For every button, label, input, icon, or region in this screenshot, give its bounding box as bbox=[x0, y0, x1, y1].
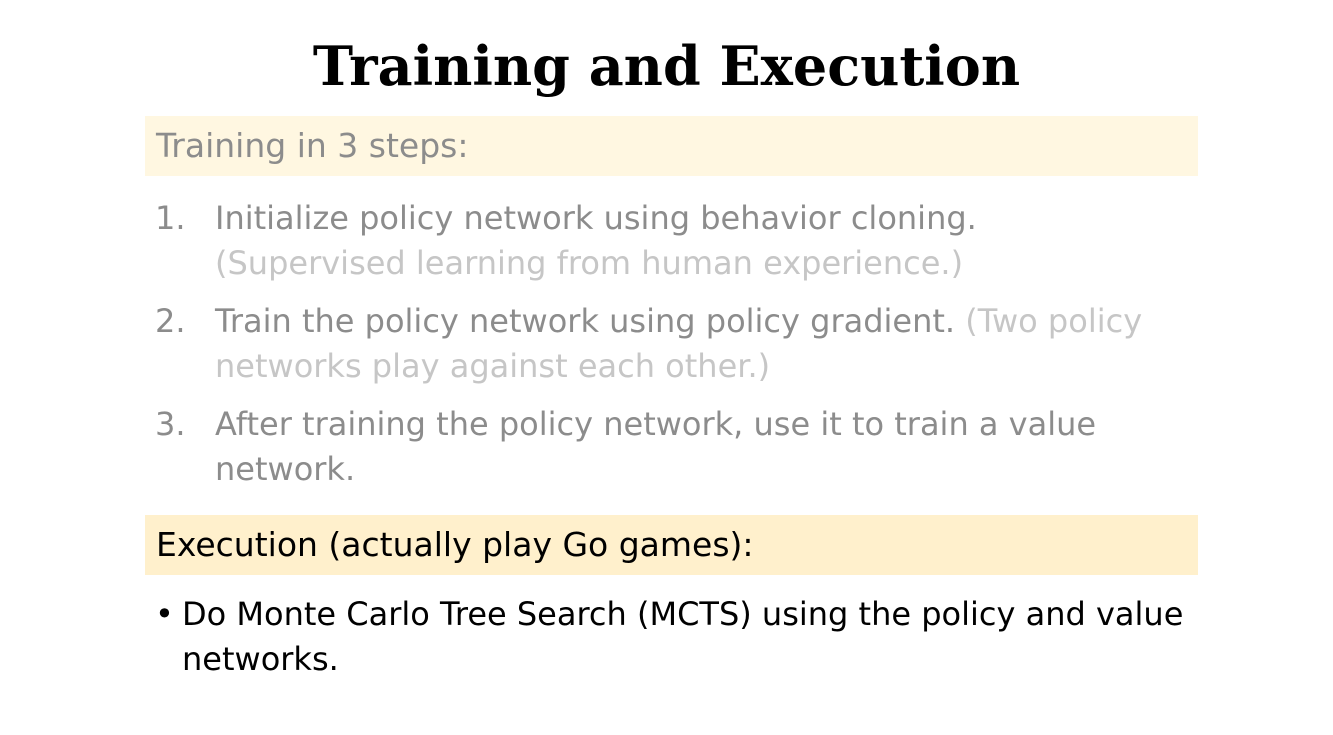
training-step-1: 1. Initialize policy network using behav… bbox=[155, 196, 1190, 286]
training-steps-list: 1. Initialize policy network using behav… bbox=[155, 196, 1190, 505]
training-step-3: 3. After training the policy network, us… bbox=[155, 402, 1190, 492]
execution-bullet-1: • Do Monte Carlo Tree Search (MCTS) usin… bbox=[155, 592, 1190, 682]
step-number: 3. bbox=[155, 405, 186, 443]
execution-heading: Execution (actually play Go games): bbox=[145, 515, 1198, 575]
step-note: (Supervised learning from human experien… bbox=[215, 244, 964, 282]
step-number: 2. bbox=[155, 302, 186, 340]
bullet-marker: • bbox=[155, 595, 174, 633]
execution-bullets-list: • Do Monte Carlo Tree Search (MCTS) usin… bbox=[155, 592, 1190, 682]
slide-title: Training and Execution bbox=[312, 34, 1021, 98]
training-heading: Training in 3 steps: bbox=[145, 116, 1198, 176]
training-step-2: 2. Train the policy network using policy… bbox=[155, 299, 1190, 389]
step-text: After training the policy network, use i… bbox=[215, 405, 1097, 488]
step-text: Train the policy network using policy gr… bbox=[215, 302, 956, 340]
step-text: Initialize policy network using behavior… bbox=[215, 199, 977, 237]
step-number: 1. bbox=[155, 199, 186, 237]
bullet-text: Do Monte Carlo Tree Search (MCTS) using … bbox=[182, 595, 1184, 678]
